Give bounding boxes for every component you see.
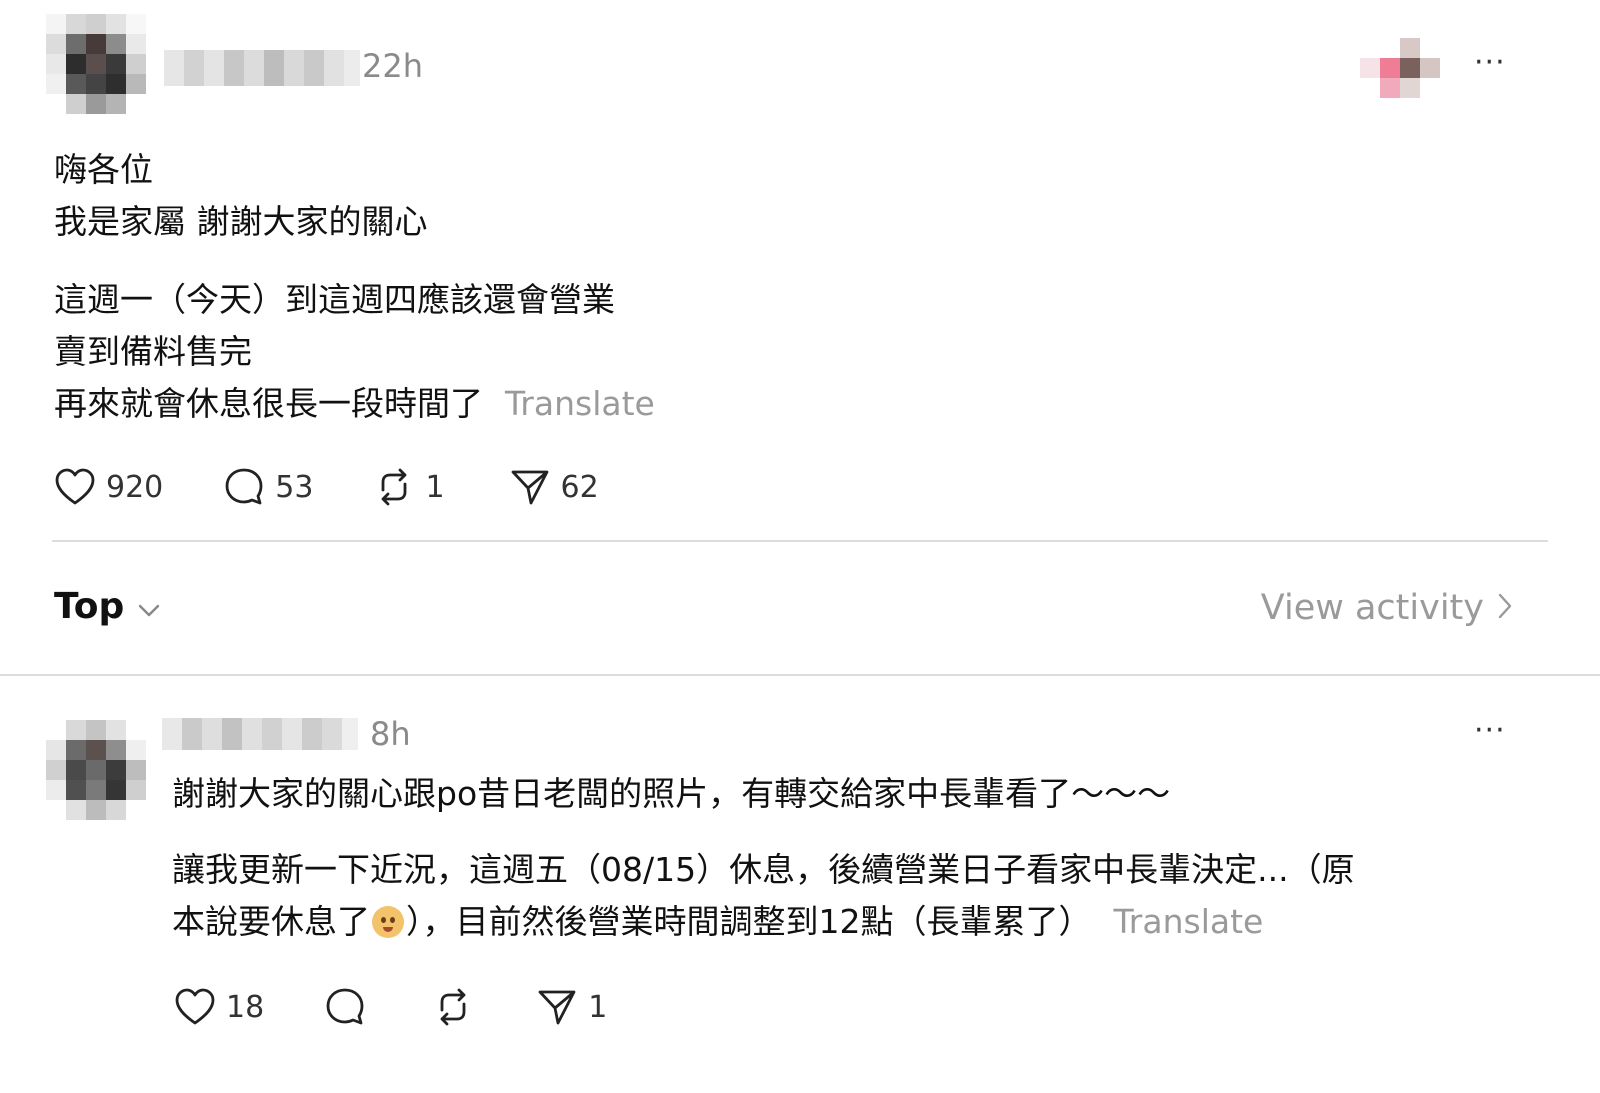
repost-icon [432,986,474,1028]
reply-action-bar: 18 1 [174,986,607,1028]
reply-line: 謝謝大家的關心跟po昔日老闆的照片，有轉交給家中長輩看了～～～ [172,774,1171,813]
reply-like-count: 18 [226,989,265,1025]
reply-share-count: 1 [588,989,608,1025]
reply-more-icon[interactable]: ··· [1474,716,1506,746]
share-send-icon [536,986,578,1028]
reply-line-text: 本說要休息了 [172,902,370,941]
reply-repost-button[interactable] [432,986,474,1028]
reply-share-button[interactable]: 1 [536,986,607,1028]
like-count: 920 [106,469,164,505]
view-activity-link[interactable]: View activity [1261,588,1512,628]
post-timestamp: 22h [362,47,423,85]
heart-icon [54,467,96,507]
post-content: 嗨各位 我是家屬 謝謝大家的關心 這週一（今天）到這週四應該還會營業 賣到備料售… [54,144,1254,430]
reply-line-last: 本說要休息了 ），目前然後營業時間調整到12點（長輩累了） Translate [172,896,1532,948]
reply-line-text: ），目前然後營業時間調整到12點（長輩累了） [406,902,1092,941]
share-button[interactable]: 62 [509,466,599,508]
post-line: 賣到備料售完 [54,332,252,371]
reply-content: 謝謝大家的關心跟po昔日老闆的照片，有轉交給家中長輩看了～～～ 讓我更新一下近況… [172,768,1532,948]
reposter-avatar[interactable] [1360,38,1440,98]
heart-icon [174,987,216,1027]
view-activity-label: View activity [1260,588,1484,628]
post-line-text: 再來就會休息很長一段時間了 [54,384,483,423]
like-button[interactable]: 920 [54,467,163,507]
repost-button[interactable]: 1 [373,466,445,508]
sort-label: Top [54,586,125,627]
reply-comment-button[interactable] [324,986,366,1028]
share-count: 62 [560,469,599,505]
comment-count: 53 [275,469,314,505]
pleading-face-emoji [372,906,404,938]
post-divider [52,540,1548,542]
post-line: 我是家屬 謝謝大家的關心 [54,202,428,241]
reply-author-avatar[interactable] [46,720,146,820]
comment-button[interactable]: 53 [223,466,313,508]
post-translate-link[interactable]: Translate [505,384,655,423]
post-line: 嗨各位 [54,150,153,189]
comment-bubble-icon [324,986,366,1028]
reply-line: 讓我更新一下近況，這週五（08/15）休息，後續營業日子看家中長輩決定...（原 [172,850,1355,889]
reply-translate-link[interactable]: Translate [1114,902,1264,941]
chevron-right-icon [1498,588,1512,628]
post-line-last: 再來就會休息很長一段時間了 Translate [54,378,1254,430]
reply-timestamp: 8h [370,715,411,753]
share-send-icon [509,466,551,508]
reply-like-button[interactable]: 18 [174,987,264,1027]
post-action-bar: 920 53 1 62 [54,466,599,508]
repost-count: 1 [425,469,445,505]
post-author-avatar[interactable] [46,14,146,114]
chevron-down-icon [138,586,160,627]
post-author-name-redacted[interactable] [164,50,360,86]
thread-divider [0,674,1600,676]
post-more-icon[interactable]: ··· [1474,48,1506,78]
repost-icon [373,466,415,508]
comment-bubble-icon [223,466,265,508]
sort-dropdown[interactable]: Top [54,586,160,627]
reply-author-name-redacted[interactable] [162,718,358,750]
post-line: 這週一（今天）到這週四應該還會營業 [54,280,615,319]
